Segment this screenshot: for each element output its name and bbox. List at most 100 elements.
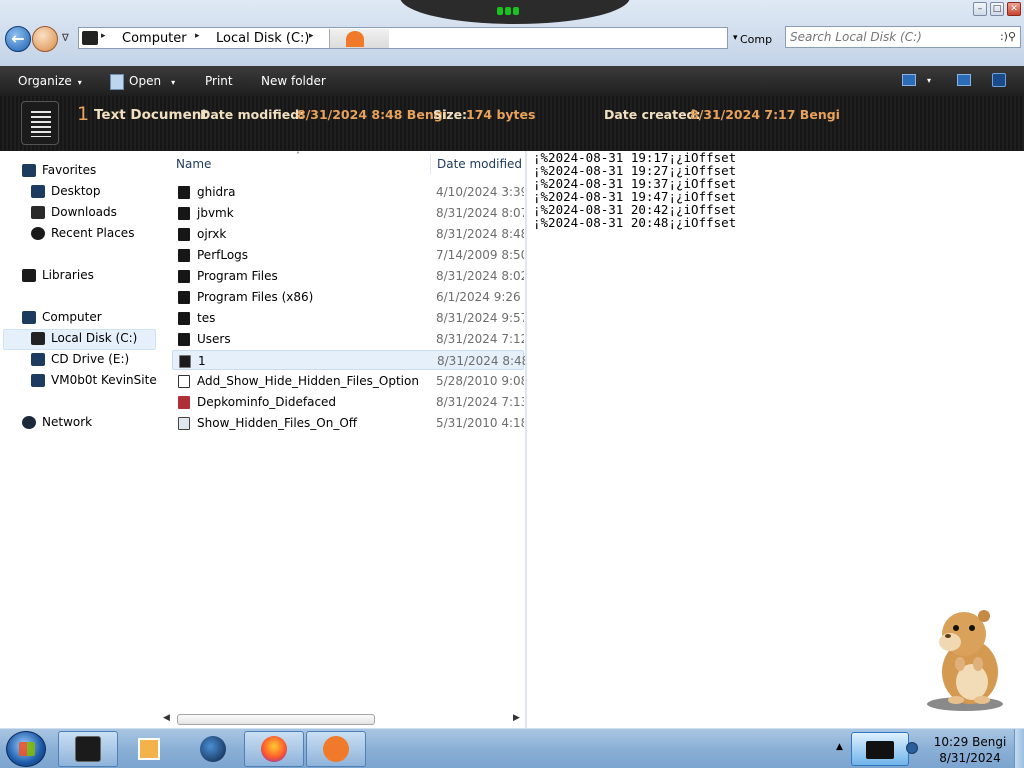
file-date-modified: 8/31/2024 9:57 B: [436, 311, 524, 325]
nav-local-disk[interactable]: Local Disk (C:): [31, 328, 137, 348]
taskbar-browser-globe[interactable]: [184, 731, 242, 767]
nav-libraries-label: Libraries: [42, 268, 94, 282]
nav-desktop-label: Desktop: [51, 184, 101, 198]
folder-icon: [178, 291, 190, 304]
breadcrumb-separator[interactable]: ▸: [309, 31, 314, 41]
image-file-icon: [178, 396, 190, 409]
folder-icon: [178, 186, 190, 199]
nav-downloads-label: Downloads: [51, 205, 117, 219]
nav-favorites-label: Favorites: [42, 163, 97, 177]
text-document-icon: [21, 101, 59, 145]
file-row[interactable]: Program Files (x86) 6/1/2024 9:26 Be: [172, 287, 524, 307]
avast-icon: [323, 736, 349, 762]
help-icon[interactable]: [992, 73, 1006, 87]
file-row[interactable]: Program Files 8/31/2024 8:02 B: [172, 266, 524, 286]
date-created-label: Date created:: [604, 107, 701, 122]
breadcrumb-local-disk[interactable]: Local Disk (C:): [216, 31, 309, 46]
batch-file-icon: [178, 417, 190, 430]
breadcrumb-computer[interactable]: Computer: [122, 31, 187, 46]
file-name: ojrxk: [197, 227, 227, 241]
folder-icon: [178, 228, 190, 241]
nav-computer[interactable]: Computer: [22, 307, 102, 327]
breadcrumb-separator[interactable]: ▸: [101, 31, 106, 41]
horizontal-scrollbar[interactable]: ◀ ▶: [163, 711, 525, 728]
taskbar-firefox[interactable]: [244, 731, 304, 767]
column-header-name[interactable]: Name: [176, 157, 211, 171]
clock-date[interactable]: 8/31/2024: [930, 751, 1010, 765]
app-shortcut-icon: [329, 29, 389, 48]
text-file-icon: [179, 355, 191, 368]
file-row[interactable]: ghidra 4/10/2024 3:39 B: [172, 182, 524, 202]
print-button[interactable]: Print: [205, 74, 233, 88]
forward-button[interactable]: [32, 26, 58, 52]
show-hidden-icons-icon[interactable]: ▲: [836, 742, 843, 752]
media-player-icon: [138, 738, 160, 760]
nav-libraries[interactable]: Libraries: [22, 265, 94, 285]
view-options-dropdown-icon[interactable]: ▾: [927, 76, 931, 85]
file-row[interactable]: Depkominfo_Didefaced 8/31/2024 7:13 B: [172, 392, 524, 412]
file-list: ˄ Name Date modified ghidra 4/10/2024 3:3…: [168, 151, 525, 728]
search-icon[interactable]: :)⚲: [1000, 30, 1016, 43]
preview-pane-icon[interactable]: [957, 74, 971, 86]
column-divider[interactable]: [430, 154, 431, 174]
notepad-icon: [110, 74, 124, 90]
maximize-button[interactable]: □: [990, 2, 1004, 16]
date-modified-value: 8/31/2024 8:48 Bengi: [297, 107, 447, 122]
clock-time[interactable]: 10:29 Bengi: [930, 735, 1010, 749]
back-button[interactable]: ←: [5, 26, 31, 52]
nav-vm-site[interactable]: VM0b0t KevinSite: [31, 370, 157, 390]
breadcrumb-separator[interactable]: ▸: [195, 31, 200, 41]
file-row[interactable]: ojrxk 8/31/2024 8:48 B: [172, 224, 524, 244]
address-dropdown-icon[interactable]: ▾: [733, 33, 738, 43]
file-row[interactable]: Show_Hidden_Files_On_Off 5/31/2010 4:18 A: [172, 413, 524, 433]
computer-icon: [82, 31, 98, 45]
scroll-right-icon[interactable]: ▶: [513, 713, 520, 723]
theme-notch: [400, 0, 630, 24]
taskbar-explorer[interactable]: [58, 731, 118, 767]
nav-recent-places[interactable]: Recent Places: [31, 223, 134, 243]
file-date-modified: 4/10/2024 3:39 B: [436, 185, 524, 199]
nav-network[interactable]: Network: [22, 412, 92, 432]
minimize-button[interactable]: –: [973, 2, 987, 16]
volume-icon[interactable]: [906, 742, 918, 754]
nav-favorites[interactable]: Favorites: [22, 160, 96, 180]
computer-icon: [22, 311, 36, 324]
nav-cd-drive[interactable]: CD Drive (E:): [31, 349, 129, 369]
notch-led-icon: [497, 4, 531, 15]
new-folder-button[interactable]: New folder: [261, 74, 326, 88]
folder-icon: [178, 249, 190, 262]
address-overflow-text[interactable]: Comp: [740, 33, 772, 46]
nav-downloads[interactable]: Downloads: [31, 202, 117, 222]
file-row[interactable]: PerfLogs 7/14/2009 8:50 A: [172, 245, 524, 265]
address-bar[interactable]: ▸ Computer ▸ Local Disk (C:) ▸: [78, 27, 728, 49]
search-box[interactable]: :)⚲: [785, 26, 1021, 48]
search-input[interactable]: [790, 30, 990, 44]
scroll-left-icon[interactable]: ◀: [163, 713, 170, 723]
close-button[interactable]: ✕: [1007, 2, 1021, 16]
open-label: Open: [129, 74, 162, 88]
navigation-pane: Favorites Desktop Downloads Recent Place…: [0, 151, 167, 728]
open-button[interactable]: Open ▾: [129, 74, 175, 88]
change-view-icon[interactable]: [902, 74, 916, 86]
recent-pages-dropdown-icon[interactable]: ∇: [62, 33, 69, 44]
file-row[interactable]: jbvmk 8/31/2024 8:07 B: [172, 203, 524, 223]
nav-vm-site-label: VM0b0t KevinSite: [51, 373, 157, 387]
start-button[interactable]: [6, 731, 46, 767]
file-row[interactable]: Users 8/31/2024 7:12 B: [172, 329, 524, 349]
hamster-mascot-icon: [927, 610, 1003, 711]
nav-desktop[interactable]: Desktop: [31, 181, 101, 201]
show-desktop-button[interactable]: [1014, 729, 1024, 768]
taskbar-avast[interactable]: [306, 731, 366, 767]
column-header-date-modified[interactable]: Date modified: [437, 157, 522, 171]
scrollbar-thumb[interactable]: [177, 714, 375, 725]
taskbar-media-player[interactable]: [120, 731, 178, 767]
file-name: ghidra: [197, 185, 236, 199]
organize-button[interactable]: Organize ▾: [18, 74, 82, 88]
file-row[interactable]: tes 8/31/2024 9:57 B: [172, 308, 524, 328]
file-row[interactable]: Add_Show_Hide_Hidden_Files_Option 5/28/20…: [172, 371, 524, 391]
recent-places-icon: [31, 227, 45, 240]
tray-network-button[interactable]: [851, 732, 909, 766]
file-name: Program Files: [197, 269, 278, 283]
file-row[interactable]: 1 8/31/2024 8:48 B: [172, 350, 525, 370]
explorer-icon: [75, 736, 101, 762]
